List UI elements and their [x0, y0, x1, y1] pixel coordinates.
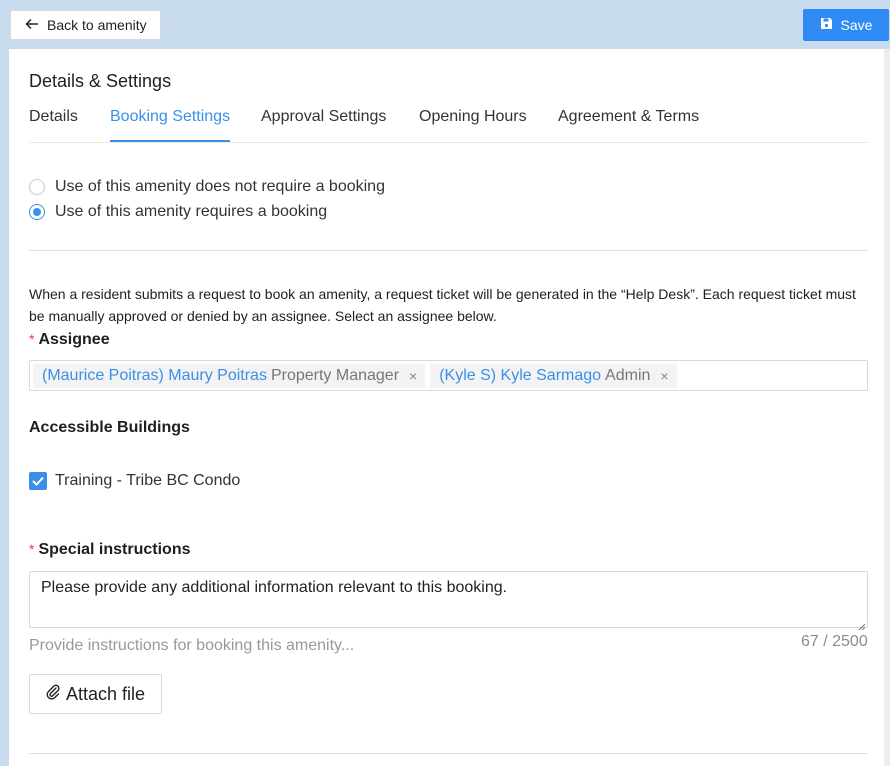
required-asterisk: * [29, 541, 35, 557]
details-settings-panel: Details & Settings Details Booking Setti… [9, 49, 890, 766]
instructions-helper-text: Provide instructions for booking this am… [29, 637, 355, 654]
special-instructions-label: * Special instructions [29, 541, 191, 558]
attach-file-button[interactable]: Attach file [29, 674, 162, 714]
assignee-name: (Kyle S) Kyle Sarmago [439, 366, 602, 384]
booking-description: When a resident submits a request to boo… [29, 286, 856, 324]
radio-no-booking-required[interactable]: Use of this amenity does not require a b… [29, 178, 385, 196]
tab-opening-hours[interactable]: Opening Hours [419, 108, 527, 142]
radio-label: Use of this amenity requires a booking [55, 203, 328, 220]
character-counter: 67 / 2500 [801, 633, 868, 650]
radio-label: Use of this amenity does not require a b… [55, 178, 385, 195]
arrow-left-icon [25, 17, 47, 33]
paperclip-icon [46, 683, 66, 706]
save-button-label: Save [840, 17, 873, 33]
required-asterisk: * [29, 331, 35, 347]
assignee-tag: (Kyle S) Kyle Sarmago Admin × [430, 363, 677, 388]
remove-tag-icon[interactable]: × [660, 368, 668, 384]
radio-booking-required[interactable]: Use of this amenity requires a booking [29, 203, 327, 221]
assignee-tag: (Maurice Poitras) Maury Poitras Property… [33, 363, 426, 388]
section-divider [29, 753, 868, 754]
assignee-label: * Assignee [29, 331, 110, 348]
tab-booking-settings[interactable]: Booking Settings [110, 108, 231, 142]
assignee-name: (Maurice Poitras) Maury Poitras [42, 366, 267, 384]
tab-details[interactable]: Details [29, 108, 78, 142]
assignee-select[interactable]: (Maurice Poitras) Maury Poitras Property… [29, 360, 868, 391]
assignee-role: Admin [605, 366, 651, 384]
radio-button[interactable] [29, 179, 45, 195]
attach-file-label: Attach file [65, 683, 146, 704]
building-label: Training - Tribe BC Condo [55, 472, 241, 489]
tab-agreement-terms[interactable]: Agreement & Terms [558, 108, 699, 142]
building-checkbox-row[interactable]: Training - Tribe BC Condo [29, 472, 240, 490]
settings-tabs: Details Booking Settings Approval Settin… [29, 108, 868, 143]
special-instructions-textarea[interactable]: Please provide any additional informatio… [29, 571, 868, 628]
accessible-buildings-label: Accessible Buildings [29, 419, 190, 436]
back-button-label: Back to amenity [47, 17, 147, 33]
section-divider [29, 250, 868, 251]
tab-approval-settings[interactable]: Approval Settings [261, 108, 386, 142]
checkmark-icon[interactable] [29, 472, 47, 490]
remove-tag-icon[interactable]: × [409, 368, 417, 384]
floppy-disk-icon [820, 17, 841, 33]
panel-title: Details & Settings [29, 71, 172, 91]
radio-button-selected[interactable] [29, 204, 45, 220]
assignee-role: Property Manager [270, 366, 400, 384]
back-to-amenity-button[interactable]: Back to amenity [10, 10, 161, 40]
vertical-scrollbar[interactable] [884, 49, 890, 766]
save-button[interactable]: Save [803, 9, 889, 41]
